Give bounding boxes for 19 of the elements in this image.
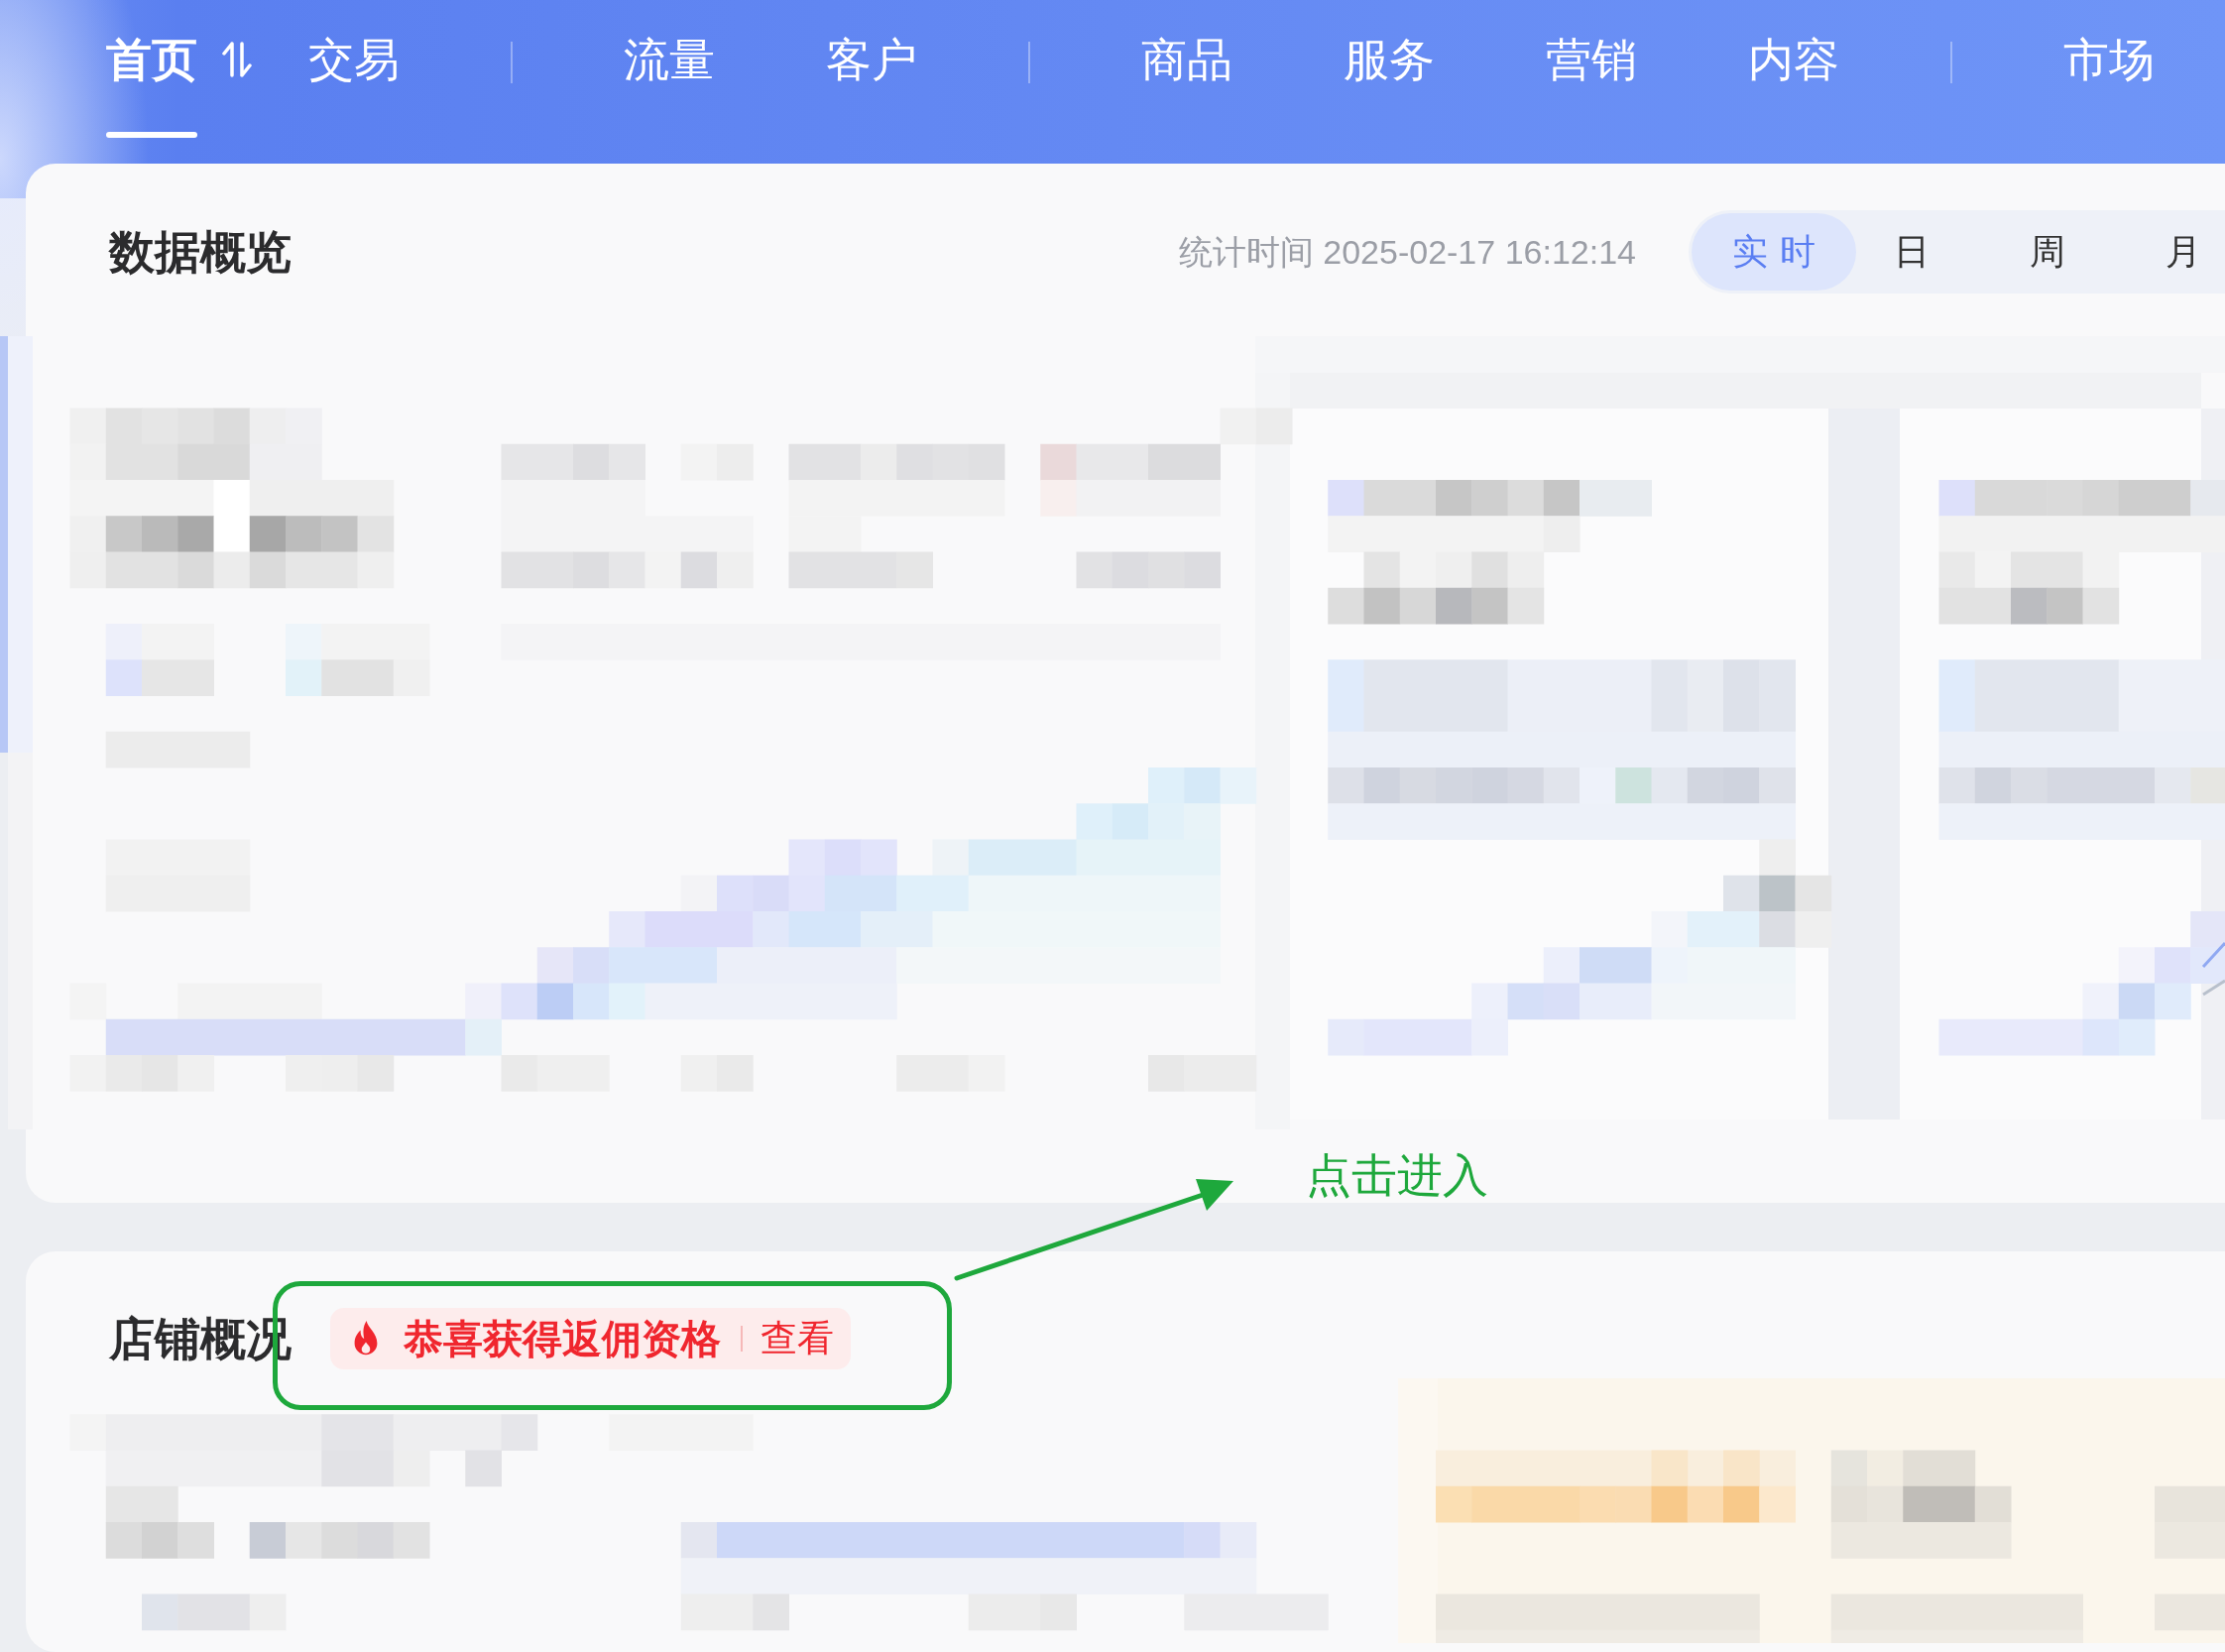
- nav-tab[interactable]: 营销: [1546, 0, 1637, 138]
- period-tab[interactable]: 日: [1870, 213, 1953, 291]
- section-title: 数据概览: [109, 225, 292, 279]
- nav-tab[interactable]: 内容: [1748, 0, 1839, 138]
- stat-time: 统计时间 2025-02-17 16:12:14: [1178, 232, 1636, 272]
- up-down-arrows-icon: [219, 42, 255, 77]
- period-tab[interactable]: 实时: [1692, 213, 1856, 291]
- nav-tab[interactable]: 市场: [2063, 0, 2155, 138]
- period-tab[interactable]: 周: [2006, 213, 2089, 291]
- nav-tab[interactable]: 服务: [1344, 0, 1435, 138]
- view-link[interactable]: 查看: [761, 1317, 834, 1360]
- nav-tab[interactable]: 流量: [624, 0, 715, 138]
- nav-tab[interactable]: 商品: [1141, 0, 1232, 138]
- nav-tab[interactable]: 首页: [106, 0, 255, 138]
- nav-tab[interactable]: 交易: [308, 0, 400, 138]
- annotation-text: 点击进入: [1306, 1148, 1488, 1202]
- nav-tab[interactable]: 客户: [826, 0, 917, 138]
- period-tab[interactable]: 月: [2142, 213, 2225, 291]
- badge-text: 恭喜获得返佣资格: [404, 1316, 721, 1362]
